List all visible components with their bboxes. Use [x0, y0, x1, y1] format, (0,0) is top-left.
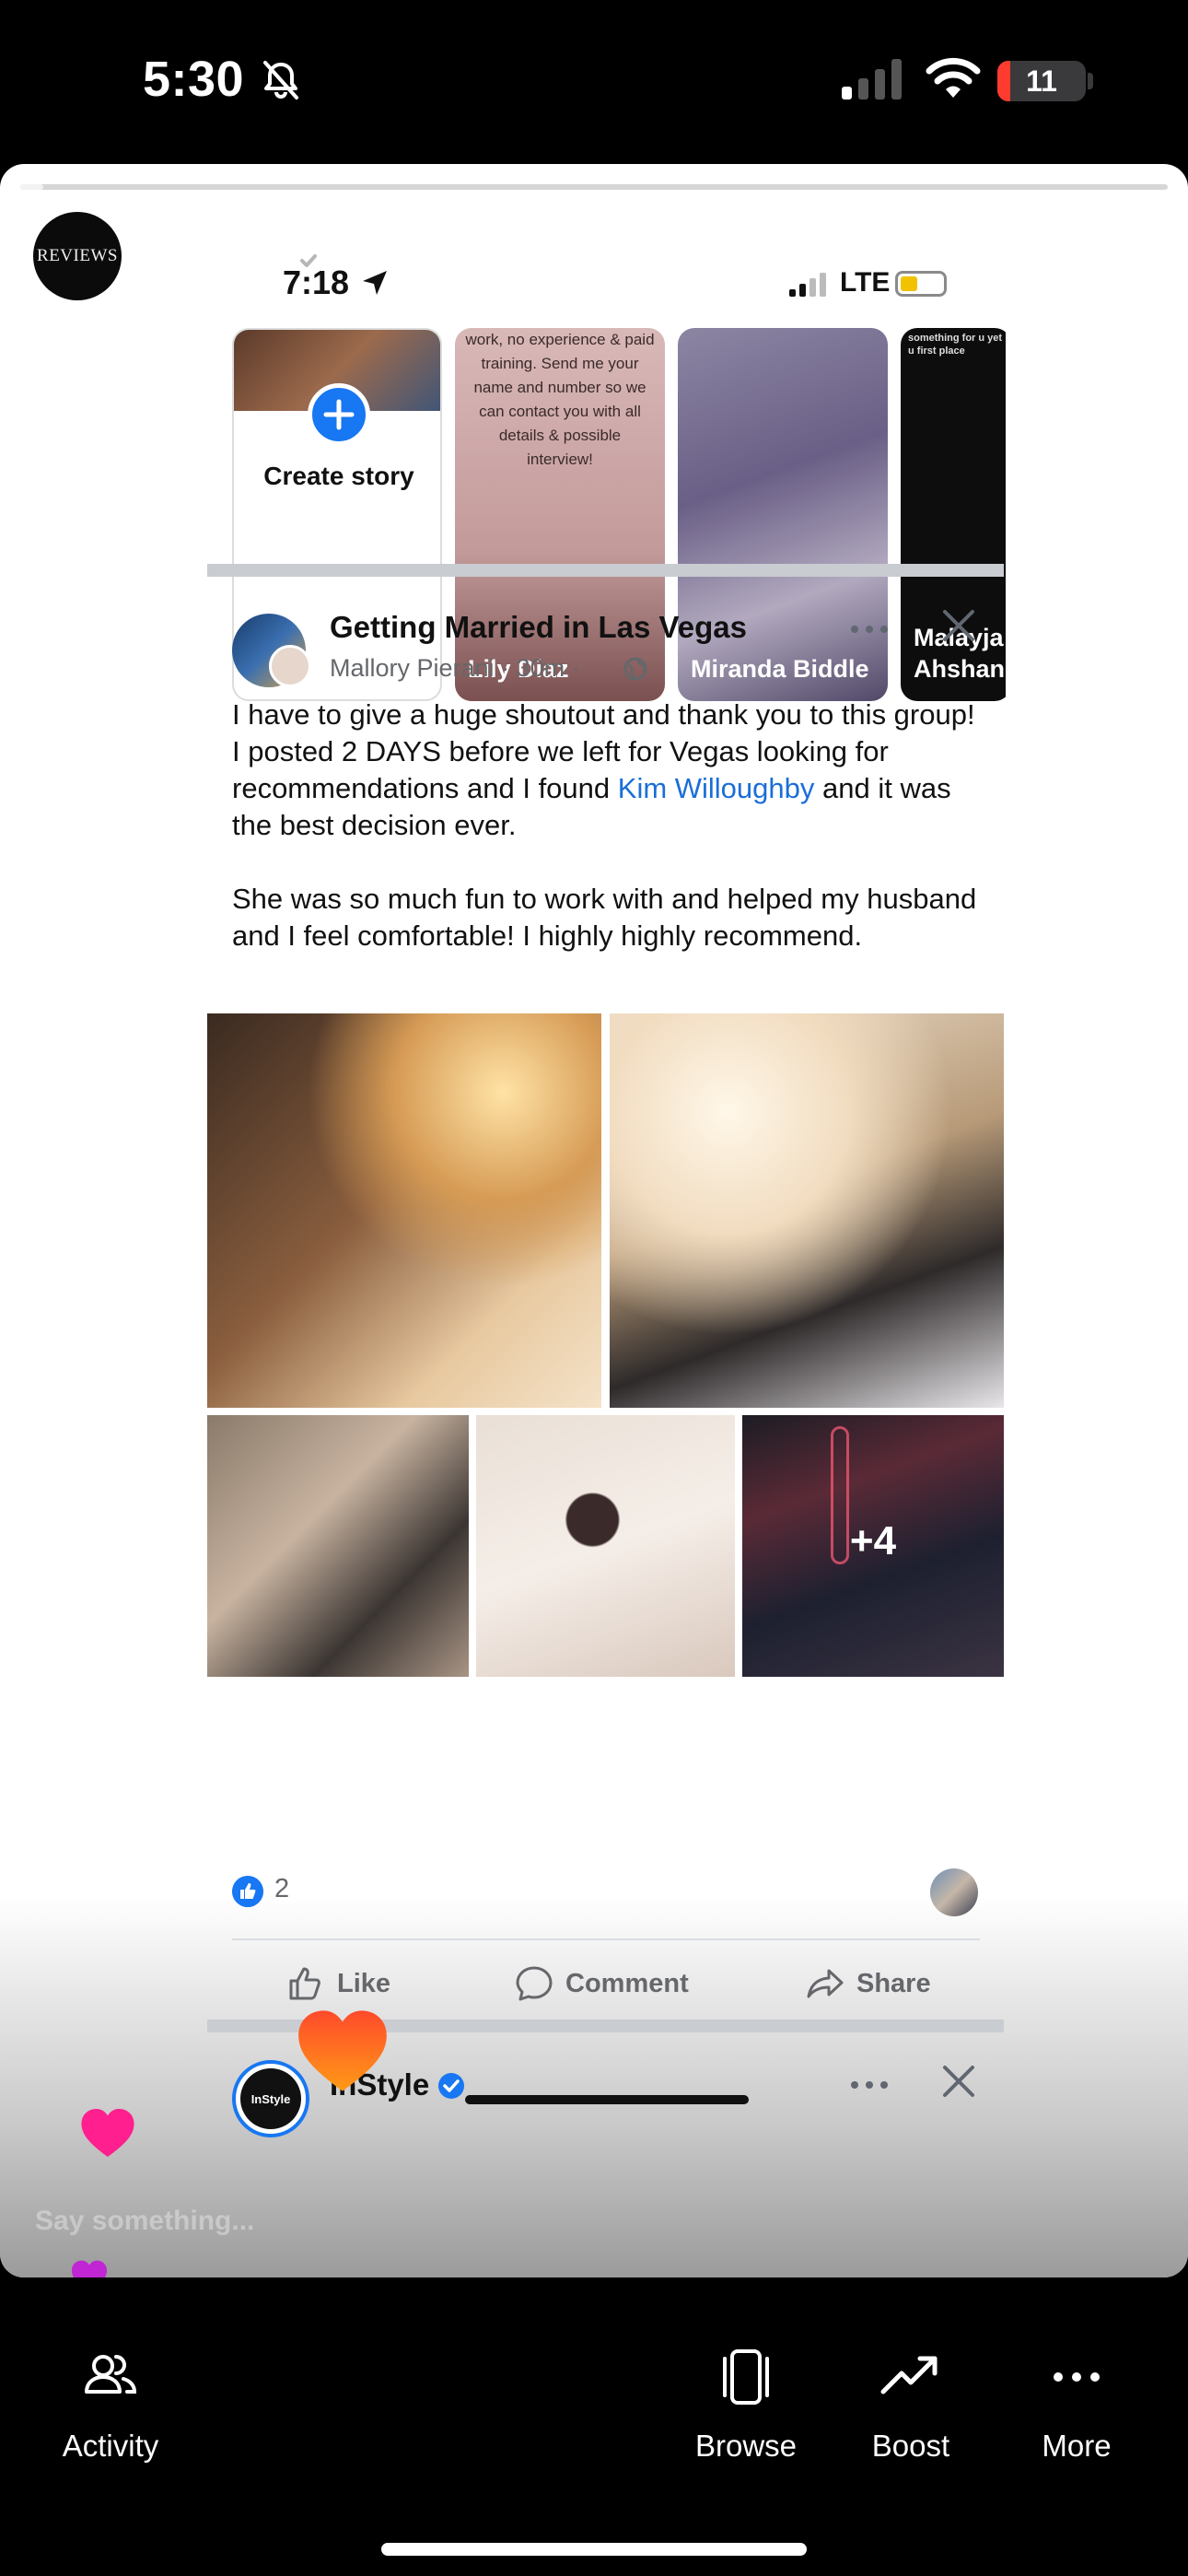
home-indicator[interactable]: [381, 2543, 807, 2556]
reaction-count[interactable]: 2: [274, 1874, 289, 1904]
globe-icon: [623, 657, 647, 681]
close-icon[interactable]: [1101, 230, 1160, 289]
avatar-logo-text: REVIEWS: [37, 246, 118, 265]
story-thumb-miranda-biddle[interactable]: Miranda Biddle: [678, 328, 888, 701]
battery-icon: 11: [997, 61, 1086, 101]
post-photo-more[interactable]: +4: [742, 1415, 1004, 1677]
hide-post-icon[interactable]: [938, 604, 980, 647]
reply-input[interactable]: Say something...: [35, 2206, 254, 2237]
meta-separator: ·: [571, 654, 580, 682]
like-button[interactable]: Like: [285, 1961, 390, 2007]
activity-label: Activity: [62, 2429, 159, 2463]
bell-slash-icon: [263, 61, 298, 100]
boost-button[interactable]: Boost: [819, 2344, 1003, 2464]
stories-tray: Create story work, no experience & paid …: [232, 328, 1006, 704]
story-username[interactable]: Reviews: [155, 241, 287, 280]
post-photo[interactable]: [476, 1415, 735, 1677]
inner-battery-icon: [895, 271, 947, 297]
story-thumb-lily-diaz[interactable]: work, no experience & paid training. Sen…: [455, 328, 665, 701]
hide-post-icon[interactable]: [938, 2060, 980, 2102]
story-preview-text: something for u yet u first place: [908, 333, 1003, 357]
share-label: Share: [856, 1968, 931, 1998]
tagged-person-link[interactable]: Kim Willoughby: [618, 772, 815, 804]
story-progress-bar: [20, 184, 1168, 190]
more-photos-count: +4: [849, 1518, 897, 1563]
wifi-icon: [926, 57, 981, 98]
inner-home-indicator: [465, 2095, 749, 2104]
post-author[interactable]: Mallory Pierani: [330, 654, 495, 682]
actions-divider: [232, 1938, 980, 1940]
more-options-icon[interactable]: [847, 2071, 891, 2099]
post-photo[interactable]: [610, 1013, 1004, 1408]
heart-icon: [81, 2108, 134, 2158]
post-group-name[interactable]: Getting Married in Las Vegas: [330, 610, 747, 645]
people-icon: [85, 2355, 137, 2394]
instyle-logo-text: InStyle: [250, 2091, 291, 2106]
trending-up-icon: [880, 2356, 938, 2395]
author-avatar[interactable]: [269, 645, 311, 687]
feed-divider: [207, 564, 1004, 577]
battery-nub: [1088, 73, 1093, 89]
spacer: [207, 1857, 1004, 1858]
viewer-avatar[interactable]: [930, 1868, 978, 1916]
more-dots-icon: [1054, 2372, 1100, 2382]
like-label: Like: [337, 1968, 391, 1998]
post-meta: Mallory Pierani · 30m ·: [330, 654, 580, 683]
story-progress-fill: [20, 184, 43, 190]
inner-signal-icon: [789, 273, 826, 297]
activity-button[interactable]: Activity: [18, 2344, 203, 2464]
heart-icon: [72, 2260, 107, 2277]
plus-icon[interactable]: [308, 383, 370, 446]
thumbs-up-icon: [289, 1967, 320, 2000]
heart-icon: [298, 2010, 387, 2091]
post-photo[interactable]: [207, 1415, 469, 1677]
inner-status-time: 7:18: [283, 263, 350, 301]
comment-icon: [516, 1966, 553, 2001]
battery-percent: 11: [1026, 64, 1057, 98]
post-time: 30m: [516, 654, 565, 682]
story-preview-text: work, no experience & paid training. Sen…: [465, 331, 655, 468]
browse-button[interactable]: Browse: [654, 2344, 838, 2464]
more-options-icon[interactable]: [847, 615, 891, 643]
story-name: Miranda Biddle: [691, 655, 869, 683]
create-story-label: Create story: [263, 462, 414, 490]
inner-battery-fill: [901, 276, 917, 291]
status-time: 5:30: [143, 52, 245, 107]
browse-label: Browse: [694, 2429, 798, 2463]
share-arrow-icon: [807, 1969, 844, 1998]
post-photo[interactable]: [207, 1013, 601, 1408]
meta-separator: ·: [501, 654, 517, 682]
more-label: More: [1042, 2429, 1112, 2463]
like-reaction-icon[interactable]: [232, 1876, 263, 1907]
boost-label: Boost: [871, 2429, 950, 2463]
bottom-action-bar: Activity Browse Boost More: [0, 2277, 1188, 2576]
more-button[interactable]: More: [984, 2344, 1169, 2464]
story-card[interactable]: REVIEWS Reviews August 23, 2023 7:18 LTE…: [0, 164, 1188, 2277]
post-body: I have to give a huge shoutout and thank…: [232, 697, 987, 954]
verified-badge-icon: [438, 2073, 464, 2099]
location-arrow-icon: [363, 271, 387, 295]
share-button[interactable]: Share: [805, 1961, 931, 2007]
inner-network-label: LTE: [840, 267, 891, 298]
instyle-avatar-logo: InStyle: [240, 2068, 301, 2129]
comment-label: Comment: [565, 1968, 689, 1998]
story-avatar[interactable]: REVIEWS: [33, 212, 122, 300]
browse-cards-icon: [723, 2349, 769, 2405]
cellular-signal-icon: [842, 59, 902, 100]
status-bar: 5:30 11: [0, 0, 1188, 161]
comment-button[interactable]: Comment: [514, 1961, 689, 2007]
